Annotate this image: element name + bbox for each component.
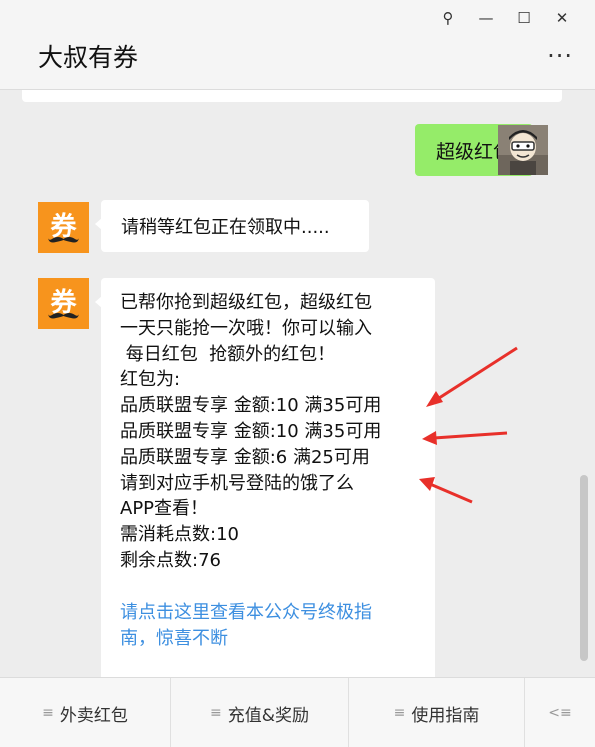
menu-item-label: 充值&奖励 (227, 705, 309, 726)
menu-icon: ≡ (393, 705, 406, 721)
menu-item-takeout-redpacket[interactable]: ≡ 外卖红包 (0, 678, 171, 747)
keyboard-toggle-icon: <≡ (548, 705, 572, 721)
menu-icon: ≡ (42, 705, 54, 721)
menu-item-recharge-rewards[interactable]: ≡ 充值&奖励 (171, 678, 349, 747)
keyboard-toggle-button[interactable]: <≡ (525, 678, 595, 747)
red-arrow-icon (426, 346, 518, 407)
maximize-button[interactable]: ☐ (505, 6, 543, 30)
bottom-menu: ≡ 外卖红包 ≡ 充值&奖励 ≡ 使用指南 <≡ (0, 677, 595, 747)
menu-icon: ≡ (210, 705, 222, 721)
annotation-arrows (419, 346, 518, 504)
menu-item-label: 使用指南 (411, 705, 480, 726)
close-button[interactable]: ✕ (543, 6, 581, 30)
menu-item-usage-guide[interactable]: ≡ 使用指南 (349, 678, 525, 747)
more-options-button[interactable]: ··· (547, 42, 573, 70)
title-bar: ⚲ — ☐ ✕ 大叔有券 ··· (0, 0, 595, 90)
window-controls: ⚲ — ☐ ✕ (429, 6, 581, 30)
menu-item-label: 外卖红包 (59, 705, 128, 726)
minimize-button[interactable]: — (467, 6, 505, 30)
red-arrow-icon (419, 477, 473, 504)
chat-area[interactable]: 超级红包 券 请稍等红包正在领取中..... 券 已帮你抢到超级红包，超级红包 (0, 90, 595, 677)
red-arrow-icon (422, 431, 508, 445)
pin-icon[interactable]: ⚲ (429, 6, 467, 30)
chat-title: 大叔有券 (38, 43, 139, 72)
